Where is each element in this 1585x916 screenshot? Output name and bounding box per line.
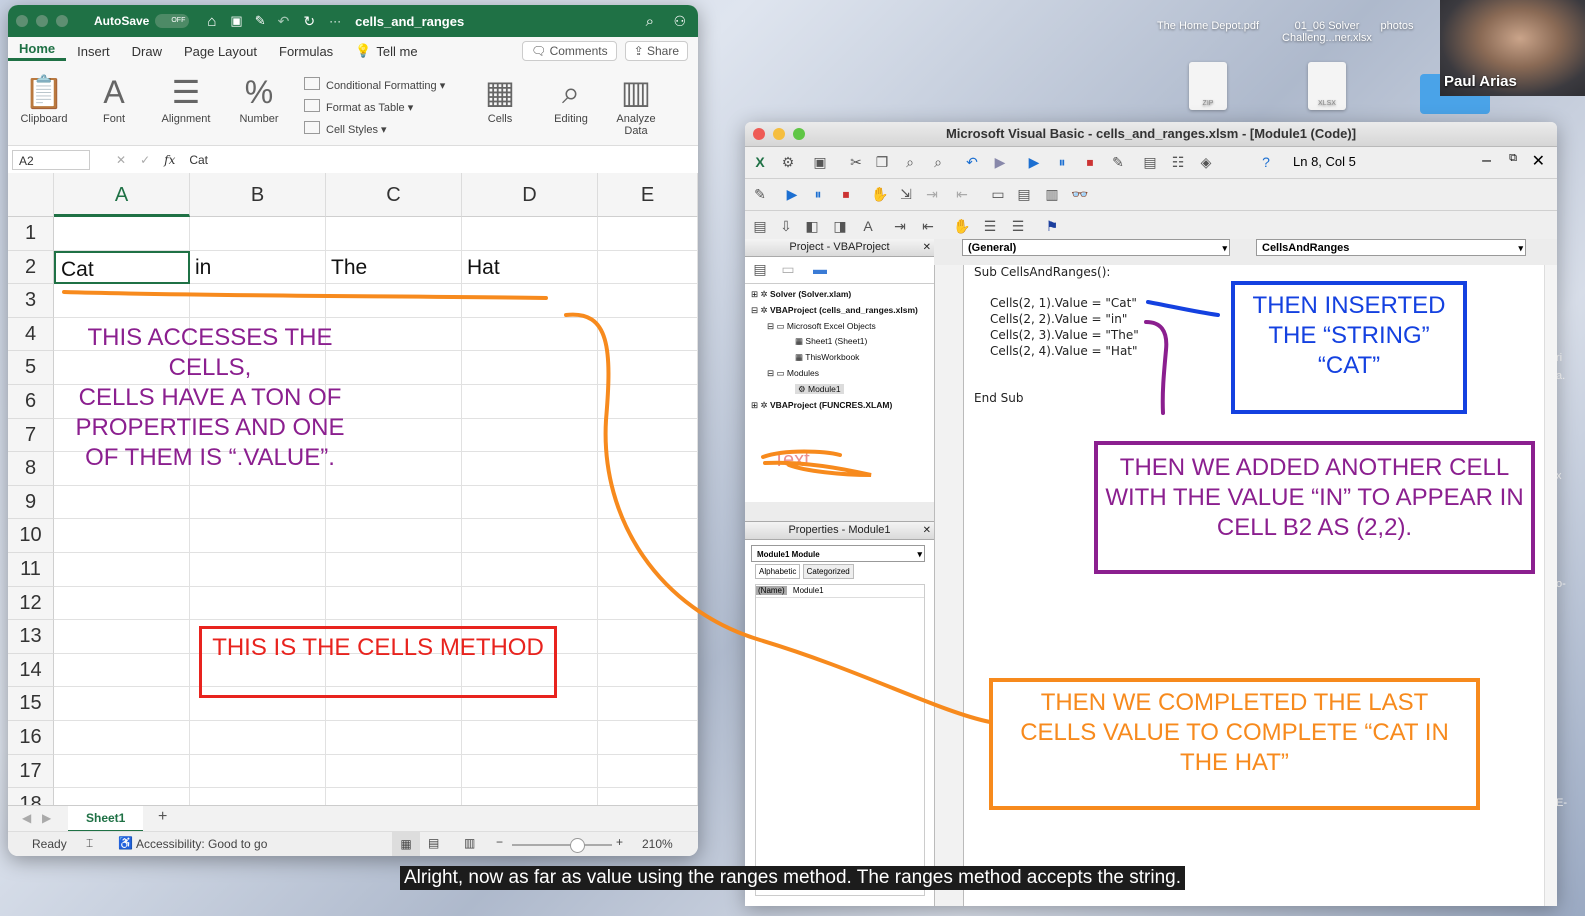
annotation-text: THEN WE ADDED ANOTHER CELL WITH THE VALU… xyxy=(1105,454,1524,541)
annotation-text: THIS ACCESSES THE CELLS, CELLS HAVE A TO… xyxy=(75,324,345,471)
annotation-box-blue: THEN INSERTED THE “STRING” “CAT” xyxy=(1231,281,1467,414)
annotation-box-purple: THEN WE ADDED ANOTHER CELL WITH THE VALU… xyxy=(1094,441,1535,574)
annotation-box-orange: THEN WE COMPLETED THE LAST CELLS VALUE T… xyxy=(989,678,1480,810)
video-caption: Alright, now as far as value using the r… xyxy=(400,866,1185,890)
annotation-text: THEN WE COMPLETED THE LAST CELLS VALUE T… xyxy=(1020,689,1449,776)
annotation-text: THEN INSERTED THE “STRING” “CAT” xyxy=(1252,292,1446,379)
annotation-box-red: THIS IS THE CELLS METHOD xyxy=(199,626,557,698)
annotation-text: THIS IS THE CELLS METHOD xyxy=(212,634,544,661)
annotation-accesses: THIS ACCESSES THE CELLS, CELLS HAVE A TO… xyxy=(60,323,360,473)
